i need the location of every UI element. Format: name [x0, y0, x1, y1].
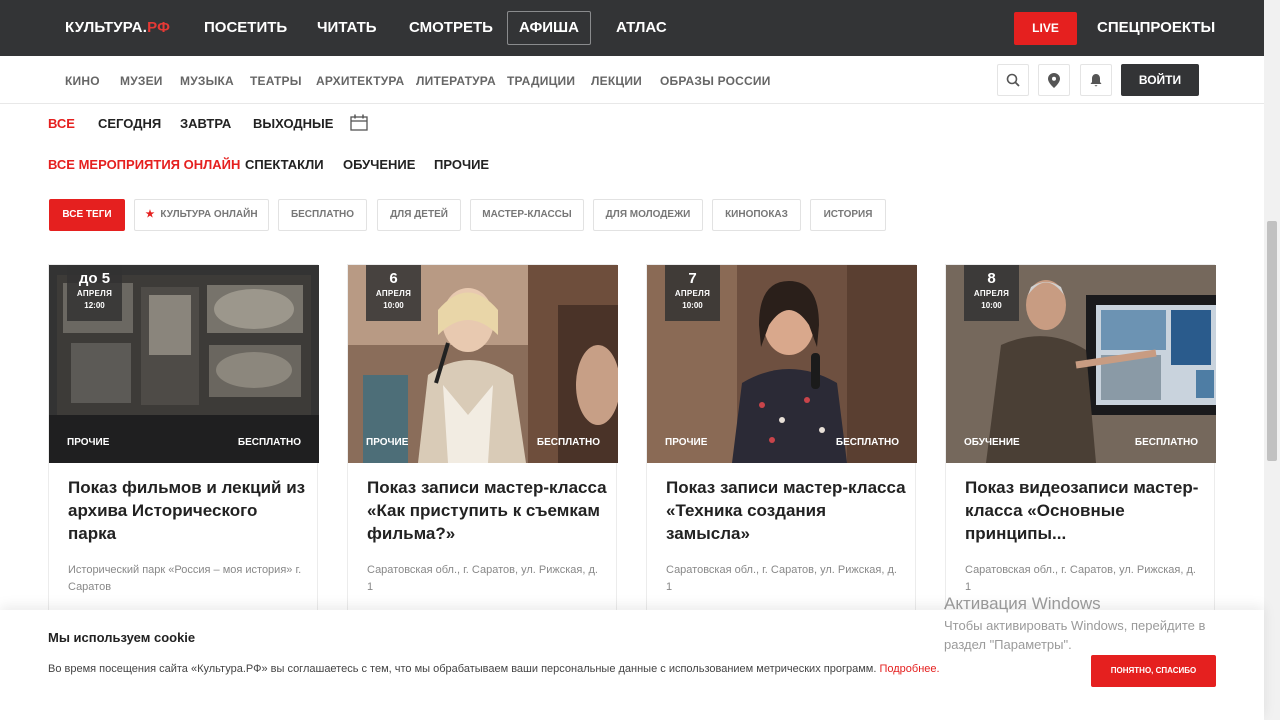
bell-icon — [1090, 73, 1102, 86]
event-title[interactable]: Показ записи мастер-класса «Техника созд… — [666, 476, 906, 545]
event-title[interactable]: Показ записи мастер-класса «Как приступи… — [367, 476, 607, 545]
event-card[interactable]: до 5 АПРЕЛЯ 12:00 ПРОЧИЕ БЕСПЛАТНО Показ… — [48, 264, 319, 614]
event-date-badge: до 5 АПРЕЛЯ 12:00 — [67, 265, 122, 321]
date-filter-today[interactable]: СЕГОДНЯ — [98, 116, 161, 131]
subnav-cinema[interactable]: КИНО — [65, 74, 100, 88]
live-button[interactable]: LIVE — [1014, 12, 1077, 45]
event-category: ПРОЧИЕ — [665, 437, 708, 448]
tag-master-classes[interactable]: МАСТЕР-КЛАССЫ — [470, 199, 584, 231]
event-date-badge: 7 АПРЕЛЯ 10:00 — [665, 265, 720, 321]
search-button[interactable] — [997, 64, 1029, 96]
event-price: БЕСПЛАТНО — [237, 437, 301, 448]
event-image[interactable]: 7 АПРЕЛЯ 10:00 ПРОЧИЕ БЕСПЛАТНО — [647, 265, 917, 463]
event-category: ОБУЧЕНИЕ — [964, 437, 1020, 448]
event-date-badge: 8 АПРЕЛЯ 10:00 — [964, 265, 1019, 321]
location-button[interactable] — [1038, 64, 1070, 96]
event-image[interactable]: 6 АПРЕЛЯ 10:00 ПРОЧИЕ БЕСПЛАТНО — [348, 265, 618, 463]
notifications-button[interactable] — [1080, 64, 1112, 96]
event-price: БЕСПЛАТНО — [835, 437, 899, 448]
event-location: Саратовская обл., г. Саратов, ул. Рижска… — [965, 564, 1196, 593]
nav-afisha-active[interactable]: АФИША — [507, 11, 591, 45]
calendar-icon[interactable] — [350, 114, 368, 131]
event-card[interactable]: 7 АПРЕЛЯ 10:00 ПРОЧИЕ БЕСПЛАТНО Показ за… — [646, 264, 917, 614]
windows-activation-text: Чтобы активировать Windows, перейдите в … — [944, 618, 1206, 652]
star-icon: ★ — [145, 209, 155, 220]
event-location: Исторический парк «Россия – моя история»… — [68, 564, 302, 593]
event-title[interactable]: Показ видеозаписи мастер-класса «Основны… — [965, 476, 1205, 545]
event-category: ПРОЧИЕ — [366, 437, 409, 448]
tag-free[interactable]: БЕСПЛАТНО — [278, 199, 367, 231]
event-price: БЕСПЛАТНО — [536, 437, 600, 448]
subnav-literature[interactable]: ЛИТЕРАТУРА — [416, 74, 496, 88]
event-location: Саратовская обл., г. Саратов, ул. Рижска… — [666, 564, 897, 593]
subnav-lectures[interactable]: ЛЕКЦИИ — [591, 74, 642, 88]
windows-activation-title: Активация Windows — [944, 594, 1101, 613]
search-icon — [1006, 73, 1020, 87]
subnav-architecture[interactable]: АРХИТЕКТУРА — [316, 74, 404, 88]
event-category: ПРОЧИЕ — [67, 437, 110, 448]
category-navigation: КИНО МУЗЕИ МУЗЫКА ТЕАТРЫ АРХИТЕКТУРА ЛИТ… — [0, 56, 1264, 104]
date-filter-all[interactable]: ВСЕ — [48, 116, 75, 131]
type-filter-education[interactable]: ОБУЧЕНИЕ — [343, 157, 415, 172]
event-title[interactable]: Показ фильмов и лекций из архива Историч… — [68, 476, 308, 545]
event-card[interactable]: 8 АПРЕЛЯ 10:00 ОБУЧЕНИЕ БЕСПЛАТНО Показ … — [945, 264, 1216, 614]
tag-for-children[interactable]: ДЛЯ ДЕТЕЙ — [377, 199, 461, 231]
event-image[interactable]: до 5 АПРЕЛЯ 12:00 ПРОЧИЕ БЕСПЛАТНО — [49, 265, 319, 463]
nav-read[interactable]: ЧИТАТЬ — [317, 19, 377, 36]
nav-atlas[interactable]: АТЛАС — [616, 19, 667, 36]
tag-for-youth[interactable]: ДЛЯ МОЛОДЕЖИ — [593, 199, 703, 231]
tag-all[interactable]: ВСЕ ТЕГИ — [49, 199, 125, 231]
subnav-museums[interactable]: МУЗЕИ — [120, 74, 163, 88]
scrollbar-thumb[interactable] — [1267, 221, 1277, 461]
location-pin-icon — [1048, 72, 1060, 88]
event-location: Саратовская обл., г. Саратов, ул. Рижска… — [367, 564, 598, 593]
event-price: БЕСПЛАТНО — [1134, 437, 1198, 448]
tag-culture-online[interactable]: ★ КУЛЬТУРА ОНЛАЙН — [134, 199, 269, 231]
tag-history[interactable]: ИСТОРИЯ — [810, 199, 886, 231]
cookie-title: Мы используем cookie — [48, 630, 196, 645]
subnav-images-of-russia[interactable]: ОБРАЗЫ РОССИИ — [660, 74, 771, 88]
event-image[interactable]: 8 АПРЕЛЯ 10:00 ОБУЧЕНИЕ БЕСПЛАТНО — [946, 265, 1216, 463]
subnav-music[interactable]: МУЗЫКА — [180, 74, 234, 88]
nav-watch[interactable]: СМОТРЕТЬ — [409, 19, 493, 36]
nav-special-projects[interactable]: СПЕЦПРОЕКТЫ — [1097, 19, 1215, 36]
cookie-text: Во время посещения сайта «Культура.РФ» в… — [48, 663, 940, 675]
login-button[interactable]: ВОЙТИ — [1121, 64, 1199, 96]
tag-film-screening[interactable]: КИНОПОКАЗ — [712, 199, 801, 231]
event-date-badge: 6 АПРЕЛЯ 10:00 — [366, 265, 421, 321]
type-filter-performances[interactable]: СПЕКТАКЛИ — [245, 157, 324, 172]
date-filter-weekend[interactable]: ВЫХОДНЫЕ — [253, 116, 333, 131]
cookie-accept-button[interactable]: ПОНЯТНО, СПАСИБО — [1091, 655, 1216, 687]
subnav-theaters[interactable]: ТЕАТРЫ — [250, 74, 302, 88]
top-navigation-bar: КУЛЬТУРА.РФ ПОСЕТИТЬ ЧИТАТЬ СМОТРЕТЬ АФИ… — [0, 0, 1264, 56]
cookie-more-link[interactable]: Подробнее. — [879, 663, 939, 675]
type-filter-all-online[interactable]: ВСЕ МЕРОПРИЯТИЯ ОНЛАЙН — [48, 157, 240, 172]
event-card[interactable]: 6 АПРЕЛЯ 10:00 ПРОЧИЕ БЕСПЛАТНО Показ за… — [347, 264, 618, 614]
type-filter-other[interactable]: ПРОЧИЕ — [434, 157, 489, 172]
date-filter-tomorrow[interactable]: ЗАВТРА — [180, 116, 231, 131]
nav-visit[interactable]: ПОСЕТИТЬ — [204, 19, 287, 36]
subnav-traditions[interactable]: ТРАДИЦИИ — [507, 74, 575, 88]
site-logo[interactable]: КУЛЬТУРА.РФ — [65, 19, 170, 36]
